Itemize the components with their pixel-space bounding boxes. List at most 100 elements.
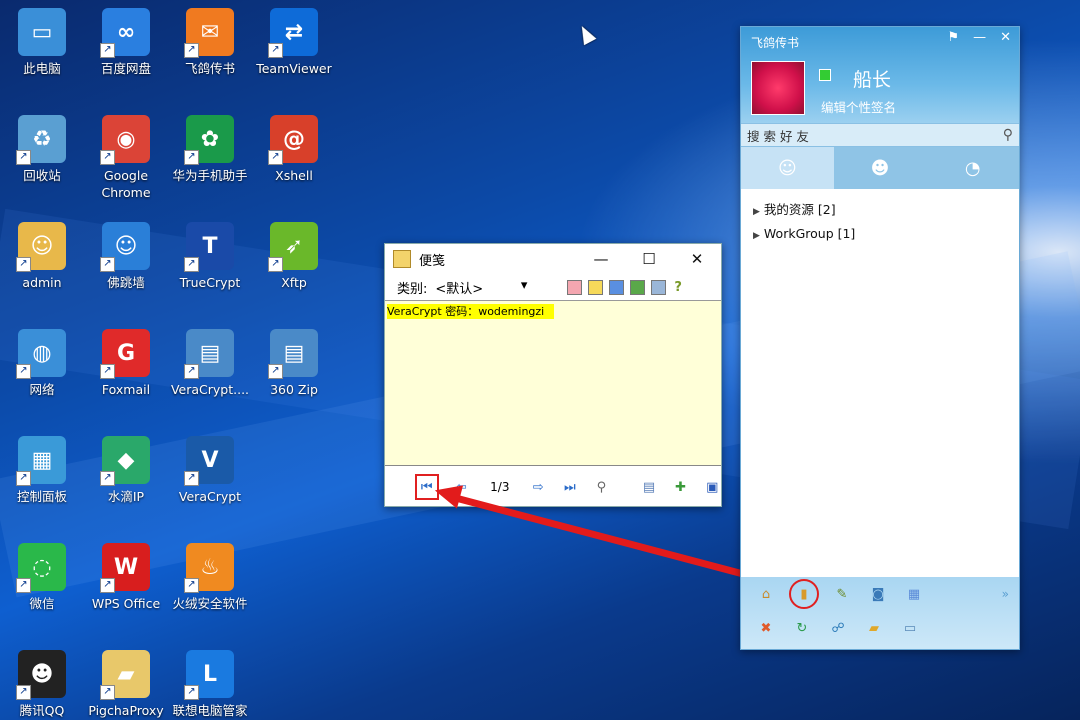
desktop-icon-label: 360 Zip: [270, 382, 318, 397]
desktop-icon[interactable]: ◍ ↗ 网络: [0, 329, 84, 398]
share-icon[interactable]: ▦: [905, 585, 923, 603]
wechat-icon: ◌ ↗: [16, 543, 66, 593]
pin-icon[interactable]: ⚑: [947, 30, 959, 45]
desktop-icon[interactable]: ☺ ↗ 佛跳墙: [84, 222, 168, 291]
home-icon[interactable]: ⌂: [757, 585, 775, 603]
desktop-icon[interactable]: ♨ ↗ 火绒安全软件: [168, 543, 252, 612]
desktop-icon[interactable]: ◌ ↗ 微信: [0, 543, 84, 612]
desktop-icon[interactable]: ▭ 此电脑: [0, 8, 84, 77]
more-icon[interactable]: »: [1002, 587, 1009, 601]
folder-icon[interactable]: ▰: [865, 619, 883, 637]
desktop-icon[interactable]: V ↗ VeraCrypt: [168, 436, 252, 505]
note-titlebar[interactable]: 便笺 — ☐ ✕: [385, 244, 721, 274]
edit-icon[interactable]: ✎: [833, 585, 851, 603]
category-select[interactable]: <默认> ▾: [435, 278, 527, 297]
friend-search[interactable]: 搜 索 好 友 ⚲: [741, 123, 1019, 147]
shortcut-arrow-icon: ↗: [100, 257, 115, 272]
desktop-icon[interactable]: ✿ ↗ 华为手机助手: [168, 115, 252, 184]
shortcut-arrow-icon: ↗: [100, 685, 115, 700]
desktop-icon[interactable]: ▰ ↗ PigchaProxy: [84, 650, 168, 719]
contact-group[interactable]: ▶ WorkGroup [1]: [741, 222, 1019, 245]
expand-triangle-icon[interactable]: ▶: [753, 207, 760, 217]
tab-contacts[interactable]: ☺: [741, 147, 834, 189]
desktop-icon-label: 百度网盘: [100, 61, 151, 76]
search-input[interactable]: 搜 索 好 友: [747, 126, 809, 145]
shortcut-arrow-icon: ↗: [268, 150, 283, 165]
desktop-icon-label: 回收站: [23, 168, 61, 183]
desktop-icon-label: PigchaProxy: [88, 703, 164, 718]
close-button[interactable]: ✕: [1000, 30, 1011, 45]
desktop-icon[interactable]: ▤ ↗ 360 Zip: [252, 329, 336, 398]
status-icon[interactable]: [819, 69, 831, 81]
computer-icon: ▭: [18, 8, 66, 56]
desktop-icon[interactable]: ☺ ↗ admin: [0, 222, 84, 291]
color-swatch-button[interactable]: [567, 279, 583, 295]
note-toolbar: 类别: <默认> ▾ ?: [385, 274, 721, 301]
search-icon[interactable]: ⚲: [593, 478, 611, 496]
desktop-icon[interactable]: ◆ ↗ 水滴IP: [84, 436, 168, 505]
desktop-icon[interactable]: T ↗ TrueCrypt: [168, 222, 252, 291]
close-button[interactable]: ✕: [673, 244, 721, 274]
expand-triangle-icon[interactable]: ▶: [753, 231, 760, 241]
last-page-button[interactable]: ⏭: [561, 478, 579, 496]
desktop-icon-label: TeamViewer: [256, 61, 332, 76]
add-note-icon[interactable]: ✚: [672, 478, 690, 496]
contact-tree: ▶ 我的资源 [2] ▶ WorkGroup [1]: [741, 189, 1019, 245]
contacts-icon[interactable]: ☍: [829, 619, 847, 637]
color-swatch-button[interactable]: [609, 279, 625, 295]
signature[interactable]: 编辑个性签名: [821, 97, 896, 116]
desktop-icon[interactable]: ☻ ↗ 腾讯QQ: [0, 650, 84, 719]
minimize-button[interactable]: —: [577, 244, 625, 274]
color-swatch-button[interactable]: [651, 279, 667, 295]
huorong-icon: ♨ ↗: [184, 543, 234, 593]
shortcut-arrow-icon: ↗: [184, 257, 199, 272]
desktop-icon[interactable]: L ↗ 联想电脑管家: [168, 650, 252, 719]
desktop-icon[interactable]: ∞ ↗ 百度网盘: [84, 8, 168, 77]
tab-groups[interactable]: ☻: [834, 147, 927, 189]
desktop-icon-label: 佛跳墙: [107, 275, 145, 290]
refresh-icon[interactable]: ↻: [793, 619, 811, 637]
save-icon[interactable]: ▣: [703, 478, 721, 496]
screenshot-icon[interactable]: ◙: [869, 585, 887, 603]
message-icon[interactable]: ▭: [901, 619, 919, 637]
foxmail-icon: G ↗: [100, 329, 150, 379]
desktop-icon[interactable]: G ↗ Foxmail: [84, 329, 168, 398]
next-page-button[interactable]: ⇨: [529, 478, 547, 496]
shortcut-arrow-icon: ↗: [16, 150, 31, 165]
truecrypt-icon: T ↗: [184, 222, 234, 272]
tab-recent[interactable]: ◔: [926, 147, 1019, 189]
desktop-icon-label: admin: [22, 275, 62, 290]
desktop-icon[interactable]: ◉ ↗ Google Chrome: [84, 115, 168, 201]
new-note-icon[interactable]: ▤: [640, 478, 658, 496]
desktop-icon[interactable]: @ ↗ Xshell: [252, 115, 336, 184]
avatar[interactable]: [751, 61, 805, 115]
desktop-icon-label: WPS Office: [91, 596, 161, 611]
recycle-bin-icon: ♻ ↗: [16, 115, 66, 165]
shortcut-arrow-icon: ↗: [16, 471, 31, 486]
note-content[interactable]: VeraCrypt 密码：wodemingzi: [385, 301, 721, 466]
teamviewer-icon: ⇄ ↗: [268, 8, 318, 58]
feige-panel[interactable]: 飞鸽传书 ⚑ — ✕ 船长 编辑个性签名 搜 索 好 友 ⚲ ☺ ☻ ◔ ▶ 我的…: [740, 26, 1020, 650]
shortcut-arrow-icon: ↗: [100, 150, 115, 165]
desktop-icon[interactable]: W ↗ WPS Office: [84, 543, 168, 612]
desktop-icon-label: Xftp: [281, 275, 307, 290]
desktop-icon[interactable]: ➶ ↗ Xftp: [252, 222, 336, 291]
color-swatch-button[interactable]: [630, 279, 646, 295]
shortcut-arrow-icon: ↗: [100, 578, 115, 593]
desktop-icon[interactable]: ✉ ↗ 飞鸽传书: [168, 8, 252, 77]
desktop-icon[interactable]: ▦ ↗ 控制面板: [0, 436, 84, 505]
sticky-note-window[interactable]: 便笺 — ☐ ✕ 类别: <默认> ▾ ? VeraCrypt 密码：wodem…: [384, 243, 722, 507]
color-swatch-button[interactable]: [588, 279, 604, 295]
minimize-button[interactable]: —: [973, 30, 986, 45]
desktop-icon[interactable]: ⇄ ↗ TeamViewer: [252, 8, 336, 77]
help-icon[interactable]: ?: [674, 280, 682, 295]
desktop-icon[interactable]: ♻ ↗ 回收站: [0, 115, 84, 184]
maximize-button[interactable]: ☐: [625, 244, 673, 274]
tools-icon[interactable]: ✖: [757, 619, 775, 637]
note-title: 便笺: [419, 253, 446, 269]
desktop-icon[interactable]: ▤ ↗ VeraCrypt....: [168, 329, 252, 398]
search-icon[interactable]: ⚲: [1003, 127, 1013, 143]
contact-group[interactable]: ▶ 我的资源 [2]: [741, 195, 1019, 222]
desktop-icon-label: TrueCrypt: [179, 275, 241, 290]
sticky-note-icon[interactable]: ▮: [789, 579, 819, 609]
